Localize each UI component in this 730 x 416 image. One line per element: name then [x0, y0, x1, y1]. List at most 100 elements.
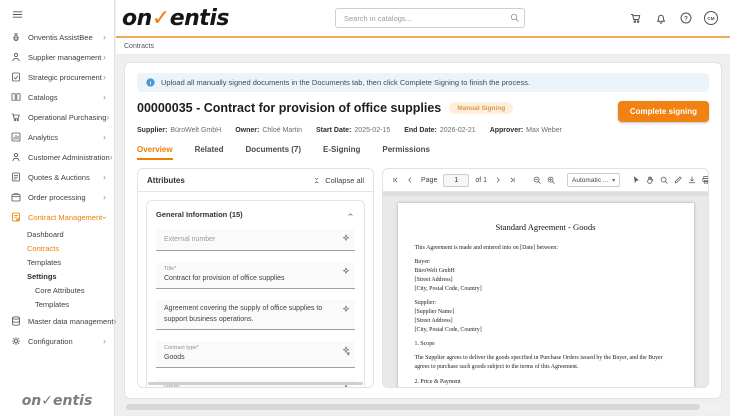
sidebar-item-icon — [10, 191, 22, 203]
breadcrumb[interactable]: Contracts — [116, 38, 730, 55]
ai-suggest-icon[interactable] — [341, 304, 351, 314]
zoom-in-icon[interactable] — [546, 175, 556, 185]
sidebar-item-label: Settings — [27, 272, 57, 281]
sidebar-item[interactable]: Templates › — [0, 297, 114, 311]
zoom-out-icon[interactable] — [532, 175, 542, 185]
meta-item: Approver:Max Weber — [490, 127, 562, 134]
sidebar-item-label: Supplier management — [28, 53, 101, 62]
sidebar-item[interactable]: Strategic procurement › — [0, 67, 114, 87]
chevron-down-icon: ▾ — [346, 350, 350, 358]
search-box — [335, 8, 525, 29]
field-placeholder: External number — [164, 233, 339, 246]
help-icon[interactable]: ? — [679, 11, 693, 25]
sidebar-item[interactable]: Configuration › — [0, 331, 114, 351]
panel-scrollbar[interactable] — [148, 382, 363, 385]
tab-bar: Overview Related Documents (7) E-Signing… — [137, 145, 709, 160]
ai-suggest-icon[interactable] — [341, 266, 351, 276]
sidebar-item-icon — [10, 335, 22, 347]
sidebar-item[interactable]: Quotes & Auctions › — [0, 167, 114, 187]
search-input[interactable] — [335, 8, 525, 28]
scrollbar-thumb[interactable] — [126, 404, 700, 410]
horizontal-scrollbar[interactable] — [124, 403, 722, 411]
next-page-icon[interactable] — [493, 175, 503, 185]
pdf-paragraph: Standard Agreement - Goods — [415, 221, 677, 234]
pointer-tool-icon[interactable] — [631, 175, 641, 185]
sidebar-item-label: Strategic procurement — [28, 73, 102, 82]
panels: Attributes Collapse all General Informat… — [137, 168, 709, 388]
cart-icon[interactable] — [629, 11, 643, 25]
sidebar-item[interactable]: Customer Administration › — [0, 147, 114, 167]
print-icon[interactable] — [701, 175, 709, 185]
tab[interactable]: Permissions — [382, 145, 430, 160]
field-label: Title* — [164, 266, 339, 272]
sidebar: Onventis AssistBee › Supplier management… — [0, 0, 115, 416]
chevron-right-icon: › — [103, 33, 106, 42]
sidebar-item-label: Contract Management — [28, 213, 102, 222]
sidebar-item[interactable]: Master data management › — [0, 311, 114, 331]
complete-signing-button[interactable]: Complete signing — [618, 101, 709, 122]
sidebar-item-label: Dashboard — [27, 230, 64, 239]
download-icon[interactable] — [687, 175, 697, 185]
top-bar: on✓entis ? CM — [116, 0, 730, 38]
info-banner: i Upload all manually signed documents i… — [137, 73, 709, 92]
tab[interactable]: Related — [195, 145, 224, 160]
content-area: i Upload all manually signed documents i… — [116, 55, 730, 414]
sidebar-item[interactable]: Onventis AssistBee › — [0, 27, 114, 47]
sidebar-item[interactable]: Catalogs › — [0, 87, 114, 107]
sidebar-item-icon — [10, 151, 22, 163]
menu-icon[interactable] — [11, 8, 24, 21]
chevron-right-icon: › — [103, 193, 106, 202]
sidebar-item-label: Contracts — [27, 244, 59, 253]
tab[interactable]: Overview — [137, 145, 173, 160]
hand-tool-icon[interactable] — [645, 175, 655, 185]
search-icon[interactable] — [509, 12, 520, 23]
sidebar-item[interactable]: Analytics › — [0, 127, 114, 147]
attribute-field[interactable]: Agreement covering the supply of office … — [156, 300, 355, 330]
sidebar-item[interactable]: Dashboard › — [0, 227, 114, 241]
sidebar-item[interactable]: Supplier management › — [0, 47, 114, 67]
pdf-search-icon[interactable] — [659, 175, 669, 185]
sidebar-item[interactable]: Settings › — [0, 269, 114, 283]
chevron-down-icon: ▾ — [612, 177, 615, 184]
status-badge: Manual Signing — [449, 102, 513, 114]
ai-suggest-icon[interactable] — [341, 233, 351, 243]
main-area: on✓entis ? CM Contracts i Upload all man… — [116, 0, 730, 416]
pdf-paragraph: 1. Scope — [415, 340, 677, 349]
attribute-fields: External number ▾ Title* Contract for pr… — [156, 229, 355, 388]
page-number-input[interactable] — [443, 174, 469, 187]
annotate-icon[interactable] — [673, 175, 683, 185]
zoom-mode-select[interactable]: Automatic ... ▾ — [567, 173, 620, 187]
field-value: Goods — [164, 353, 339, 364]
previous-page-icon[interactable] — [405, 175, 415, 185]
attribute-field[interactable]: Title* Contract for provision of office … — [156, 262, 355, 289]
chevron-right-icon: › — [106, 113, 109, 122]
first-page-icon[interactable] — [391, 175, 401, 185]
attributes-title: Attributes — [147, 176, 185, 185]
logo-check-icon: ✓ — [152, 6, 170, 31]
meta-item: Supplier:BüroWelt GmbH — [137, 127, 221, 134]
pdf-paragraph: Supplier: [Supplier Name] [Street Addres… — [415, 299, 677, 334]
chevron-right-icon: › — [110, 153, 113, 162]
section-header-general-information[interactable]: General Information (15) — [156, 210, 355, 219]
sidebar-item[interactable]: Contract Management › — [0, 207, 114, 227]
pdf-viewer[interactable]: Standard Agreement - Goods This Agreemen… — [383, 196, 708, 387]
tab[interactable]: Documents (7) — [245, 145, 301, 160]
app-window: Onventis AssistBee › Supplier management… — [0, 0, 730, 416]
sidebar-item[interactable]: Operational Purchasing › — [0, 107, 114, 127]
sidebar-item[interactable]: Templates › — [0, 255, 114, 269]
tab[interactable]: E-Signing — [323, 145, 360, 160]
sidebar-item[interactable]: Contracts › — [0, 241, 114, 255]
sidebar-item-icon — [10, 71, 22, 83]
attribute-field[interactable]: External number ▾ — [156, 229, 355, 251]
notifications-icon[interactable] — [654, 11, 668, 25]
sidebar-item-label: Configuration — [28, 337, 73, 346]
collapse-all-button[interactable]: Collapse all — [312, 176, 364, 185]
sidebar-item-label: Operational Purchasing — [28, 113, 106, 122]
chevron-right-icon: › — [103, 133, 106, 142]
attribute-field[interactable]: Contract type* Goods ▾ — [156, 341, 355, 368]
sidebar-item[interactable]: Core Attributes › — [0, 283, 114, 297]
last-page-icon[interactable] — [507, 175, 517, 185]
sidebar-item-label: Onventis AssistBee — [28, 33, 93, 42]
sidebar-item[interactable]: Order processing › — [0, 187, 114, 207]
user-avatar[interactable]: CM — [704, 11, 718, 25]
